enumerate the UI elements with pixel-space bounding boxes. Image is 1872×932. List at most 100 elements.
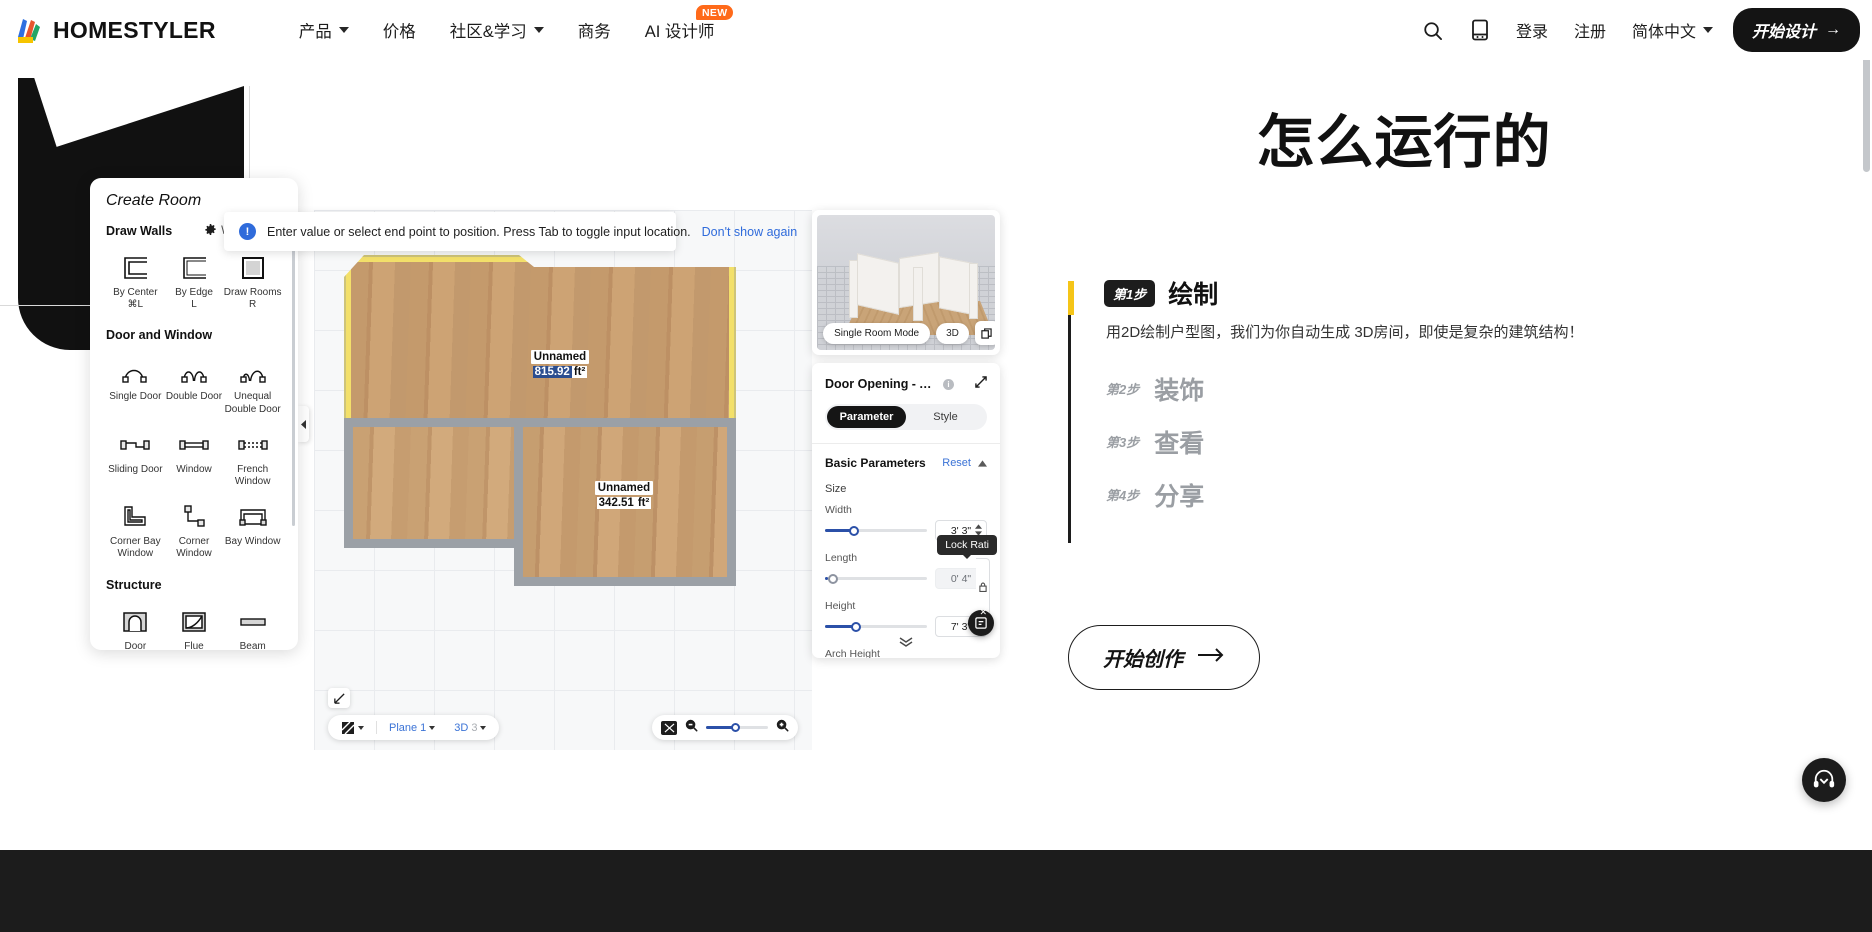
zoom-in-icon[interactable] <box>776 719 789 737</box>
tool-corner-bay-window[interactable]: Corner Bay Window <box>106 499 165 567</box>
preview-3d-viewport[interactable]: Single Room Mode 3D <box>817 215 995 350</box>
register-link[interactable]: 注册 <box>1561 18 1619 42</box>
snapshot-icon[interactable] <box>974 321 995 345</box>
room-shape-3[interactable] <box>514 418 736 586</box>
step-item-4[interactable]: 第4步 分享 <box>1068 477 1708 513</box>
tool-shortcut: ⌘L <box>127 299 144 311</box>
plane-label: Plane <box>389 721 418 734</box>
start-creating-button[interactable]: 开始创作 <box>1068 625 1260 690</box>
tool-sliding-door[interactable]: Sliding Door <box>106 427 165 495</box>
panel-collapse-button[interactable] <box>298 406 309 442</box>
header-actions: 登录 注册 简体中文 开始设计 → <box>1408 0 1860 60</box>
expand-icon[interactable] <box>975 375 987 393</box>
height-slider[interactable] <box>825 621 927 633</box>
preview-wall-1 <box>857 253 899 315</box>
mobile-app-icon[interactable] <box>1457 19 1503 41</box>
zoom-out-icon[interactable] <box>685 719 698 737</box>
room-shape-2[interactable] <box>344 418 536 548</box>
reset-button[interactable]: Reset <box>942 457 971 469</box>
chevron-down-icon <box>480 725 487 730</box>
tool-flue[interactable]: Flue <box>165 604 224 650</box>
step-item-2[interactable]: 第2步 装饰 <box>1068 371 1708 407</box>
tool-single-door[interactable]: Single Door <box>106 354 165 422</box>
fit-screen-icon[interactable] <box>661 720 677 735</box>
field-label: Width <box>825 504 852 516</box>
login-link[interactable]: 登录 <box>1503 18 1561 42</box>
lightbulb-icon: ! <box>239 223 256 240</box>
nav-item-community[interactable]: 社区&学习 <box>433 18 561 42</box>
search-icon[interactable] <box>1408 20 1457 41</box>
tool-window[interactable]: Window <box>165 427 224 495</box>
start-design-button[interactable]: 开始设计 → <box>1732 8 1860 52</box>
plane-selector[interactable]: Plane 1 <box>382 722 442 734</box>
floorplan-canvas[interactable]: Unnamed 815.92 ft² Unnamed 342.51 ft² Pl… <box>314 210 812 750</box>
size-group-label: Size <box>825 483 847 495</box>
tool-label: By Edge <box>175 287 213 298</box>
panel-scrollbar[interactable] <box>292 236 295 526</box>
tab-parameter[interactable]: Parameter <box>827 406 906 428</box>
tool-label: Bay Window <box>224 536 281 548</box>
tool-corner-window[interactable]: Corner Window <box>165 499 224 567</box>
by-center-icon <box>120 253 150 283</box>
zoom-slider-knob[interactable] <box>731 723 740 732</box>
tool-french-window[interactable]: French Window <box>223 427 282 495</box>
slider-track <box>825 577 927 580</box>
basic-parameters-header: Basic Parameters Reset <box>825 454 987 472</box>
collapse-caret-icon[interactable] <box>978 454 987 472</box>
tab-style[interactable]: Style <box>906 406 985 428</box>
tool-draw-rooms[interactable]: Draw Rooms R <box>223 250 282 318</box>
view-label: 3D <box>454 721 469 734</box>
tool-unequal-double-door[interactable]: Unequal Double Door <box>223 354 282 422</box>
nav-label: 产品 <box>298 23 332 41</box>
section-heading: 怎么运行的 <box>1256 110 1552 175</box>
tool-bay-window[interactable]: Bay Window <box>223 499 282 567</box>
step-item-3[interactable]: 第3步 查看 <box>1068 424 1708 460</box>
view-3d-selector[interactable]: 3D 3 <box>447 722 493 734</box>
expand-more-icon[interactable] <box>899 634 913 652</box>
single-room-mode-button[interactable]: Single Room Mode <box>823 322 931 344</box>
draw-rooms-icon <box>238 253 268 283</box>
tool-by-edge[interactable]: By Edge L <box>165 250 224 318</box>
tool-door-opening[interactable]: Door Opening <box>106 604 165 650</box>
dont-show-again-link[interactable]: Don't show again <box>702 225 798 239</box>
width-slider[interactable] <box>825 525 927 537</box>
canvas-toolbar-left: Plane 1 3D 3 <box>328 715 500 740</box>
slider-knob[interactable] <box>828 573 838 584</box>
draw-walls-grid: By Center ⌘L By Edge L Draw Rooms R <box>106 250 282 318</box>
close-icon[interactable]: ✕ <box>979 607 987 618</box>
brand-logo[interactable]: HOMESTYLER <box>14 15 216 45</box>
room-shape-1[interactable] <box>344 255 736 430</box>
layer-hatch-button[interactable] <box>334 721 371 735</box>
canvas-toolbar-right <box>652 715 798 740</box>
cta-label: 开始创作 <box>1103 649 1183 671</box>
language-selector[interactable]: 简体中文 <box>1619 18 1725 42</box>
nav-item-ai-designer[interactable]: AI 设计师 NEW <box>628 5 734 42</box>
tool-beam[interactable]: Beam <box>223 604 282 650</box>
note-icon[interactable]: ✕ <box>968 607 994 636</box>
homestyler-logo-icon <box>14 15 44 45</box>
length-value: 0' 4" <box>950 572 972 585</box>
snap-toggle-button[interactable] <box>328 688 350 708</box>
step-item-1[interactable]: 第1步 绘制 用2D绘制户型图，我们为你自动生成 3D房间，即使是复杂的建筑结构… <box>1068 275 1708 345</box>
info-icon[interactable]: i <box>943 378 954 390</box>
view-3d-button[interactable]: 3D <box>936 322 969 344</box>
nav-item-pricing[interactable]: 价格 <box>366 18 433 42</box>
headset-support-icon[interactable] <box>1802 758 1846 802</box>
single-door-icon <box>120 357 150 387</box>
double-door-icon <box>179 357 209 387</box>
slider-knob[interactable] <box>850 621 861 632</box>
chevron-down-icon <box>1702 27 1713 33</box>
length-slider[interactable] <box>825 573 927 585</box>
field-length: Length 0' 4" Lock Rati <box>825 535 997 616</box>
nav-item-business[interactable]: 商务 <box>561 18 628 42</box>
field-label: Height <box>825 600 856 612</box>
room-preview-card: Single Room Mode 3D <box>812 210 1000 355</box>
tool-by-center[interactable]: By Center ⌘L <box>106 250 165 318</box>
corner-bay-window-icon <box>120 502 150 532</box>
tool-double-door[interactable]: Double Door <box>165 354 224 422</box>
nav-item-products[interactable]: 产品 <box>282 18 366 42</box>
slider-knob[interactable] <box>848 525 859 536</box>
zoom-slider[interactable] <box>706 723 768 732</box>
tool-label: Corner Window <box>176 536 212 560</box>
floorplan: Unnamed 815.92 ft² Unnamed 342.51 ft² <box>314 210 812 750</box>
